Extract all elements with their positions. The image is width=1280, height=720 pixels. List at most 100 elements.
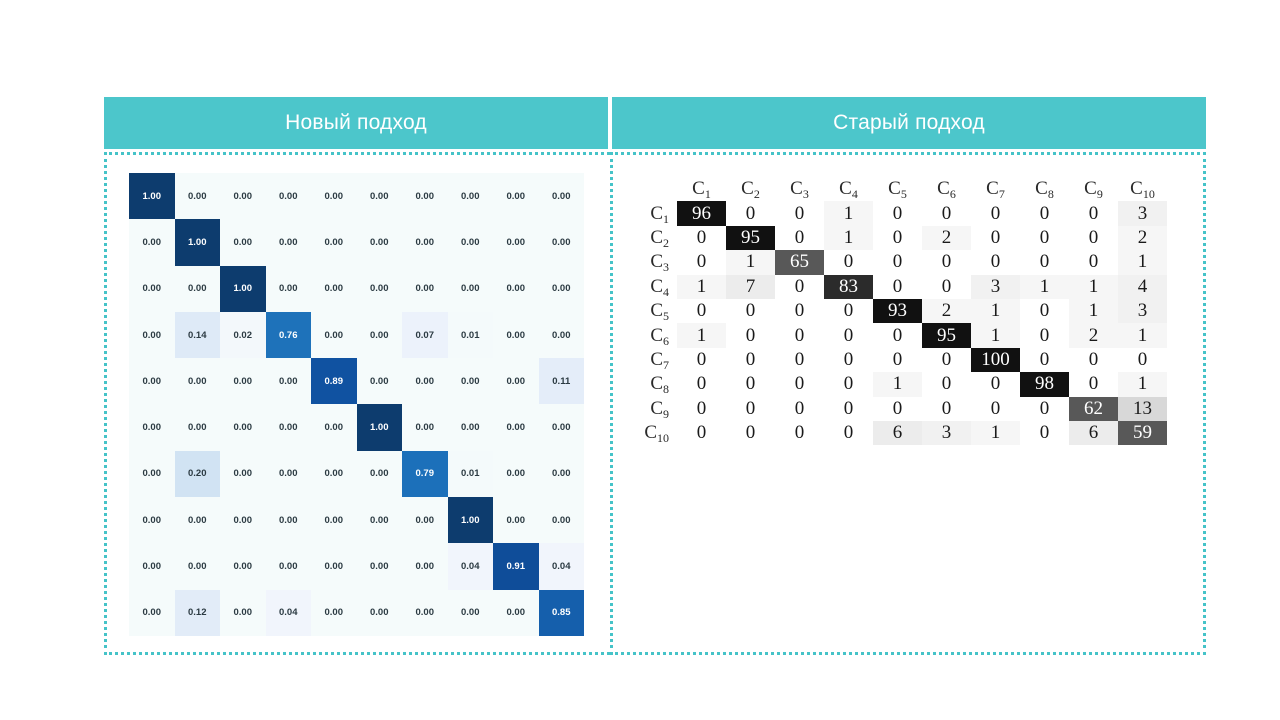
gray-table-cell: 3 [1118, 298, 1167, 324]
gray-table-row-header: C10 [644, 422, 669, 446]
gray-table-cell: 0 [892, 202, 903, 224]
gray-table-row-header: C5 [650, 300, 669, 324]
heatmap-cell: 0.91 [493, 543, 539, 590]
gray-table-header-row: C1 C2 C3 C4 C5 C6 C7 C8 C9 C10 [631, 177, 1167, 201]
gray-table-row: C8 0 0 0 0 1 0 0 98 0 1 [631, 372, 1167, 397]
heatmap-cell: 0.00 [220, 497, 266, 544]
heatmap-cell: 0.00 [265, 265, 311, 312]
heatmap-cell: 0.00 [402, 589, 448, 636]
gray-table-cell: 0 [892, 275, 903, 297]
heatmap-cell: 0.00 [311, 265, 357, 312]
heatmap-table: 1.00 0.00 0.00 0.00 0.00 0.00 0.00 0.00 0.00 0.00… [129, 173, 584, 636]
heatmap-cell: 0.00 [493, 450, 539, 498]
gray-table-cell: 4 [1118, 274, 1167, 299]
gray-table-cell: 0 [1039, 251, 1050, 273]
heatmap-cell: 0.00 [402, 219, 448, 266]
gray-table-corner [631, 177, 677, 201]
gray-table-cell: 0 [990, 226, 1001, 248]
heatmap-cell: 0.20 [174, 450, 220, 498]
heatmap-cell: 1.00 [129, 173, 175, 220]
heatmap-cell: 0.00 [129, 450, 175, 498]
gray-table-cell: 0 [892, 397, 903, 419]
heatmap-row: 0.00 0.00 1.00 0.00 0.00 0.00 0.00 0.00 0.00 0.00 [129, 265, 584, 312]
gray-table-row-header: C8 [650, 373, 669, 397]
gray-table-cell: 0 [892, 226, 903, 248]
gray-table-cell: 0 [1039, 226, 1050, 248]
gray-table-col-header: C2 [741, 178, 760, 202]
heatmap-cell: 0.00 [265, 219, 311, 266]
heatmap-cell: 0.00 [356, 497, 402, 544]
gray-table-cell: 0 [745, 397, 756, 419]
gray-table-cell: 1 [971, 298, 1020, 324]
gray-table-cell: 0 [1039, 422, 1050, 444]
heatmap-cell: 0.00 [220, 173, 266, 220]
gray-table-row: C2 0 95 0 1 0 2 0 0 0 2 [631, 225, 1167, 251]
gray-table-col-header: C9 [1084, 178, 1103, 202]
gray-table-cell: 0 [843, 373, 854, 395]
gray-table-cell: 1 [1069, 298, 1118, 324]
heatmap-cell: 0.00 [129, 589, 175, 636]
heatmap-cell: 0.00 [311, 311, 357, 359]
panel-title-right: Старый подход [833, 111, 985, 134]
gray-table-cell: 1 [1069, 274, 1118, 299]
heatmap-cell: 0.04 [447, 543, 493, 590]
gray-table-cell: 0 [843, 397, 854, 419]
gray-table-cell: 96 [677, 201, 726, 226]
gray-table-cell: 1 [971, 323, 1020, 348]
panel-body-left: 1.00 0.00 0.00 0.00 0.00 0.00 0.00 0.00 0.00 0.00… [104, 152, 610, 655]
gray-table-cell: 0 [843, 251, 854, 273]
gray-table-row-header: C6 [650, 324, 669, 348]
gray-table-cell: 100 [971, 347, 1020, 373]
heatmap-cell: 0.00 [356, 543, 402, 590]
gray-table-cell: 93 [873, 298, 922, 324]
confusion-matrix-table: C1 C2 C3 C4 C5 C6 C7 C8 C9 C10 C1 96 0 0 1 0 0 0 0 0 3 C2 0 95… [631, 177, 1167, 446]
heatmap-cell: 0.00 [129, 311, 175, 359]
gray-table-cell: 1 [824, 201, 873, 226]
gray-table-row-header: C9 [650, 397, 669, 421]
heatmap-cell: 0.00 [402, 404, 448, 451]
heatmap-cell: 0.00 [538, 265, 584, 312]
gray-table-cell: 0 [1039, 348, 1050, 370]
heatmap-cell: 0.00 [265, 450, 311, 498]
heatmap-row: 0.00 0.00 0.00 0.00 0.00 0.00 0.00 0.04 0.91 0.04 [129, 543, 584, 590]
gray-table-cell: 0 [1088, 202, 1099, 224]
gray-table-cell: 1 [726, 250, 775, 275]
gray-table-cell: 1 [824, 225, 873, 251]
heatmap-cell: 0.00 [447, 265, 493, 312]
heatmap-cell: 0.00 [356, 450, 402, 498]
gray-table-cell: 0 [1039, 397, 1050, 419]
heatmap-row: 0.00 0.00 0.00 0.00 0.89 0.00 0.00 0.00 0.00 0.11 [129, 358, 584, 405]
gray-table-cell: 0 [696, 397, 707, 419]
gray-table-cell: 1 [1118, 372, 1167, 397]
gray-table-cell: 3 [1118, 201, 1167, 226]
gray-table-col-header: C3 [790, 178, 809, 202]
heatmap-cell: 0.00 [493, 265, 539, 312]
gray-table-cell: 0 [1039, 300, 1050, 322]
gray-table-cell: 0 [745, 422, 756, 444]
gray-table-cell: 0 [1039, 202, 1050, 224]
gray-table-cell: 0 [696, 226, 707, 248]
heatmap-cell: 0.12 [174, 589, 220, 636]
gray-table-row: C7 0 0 0 0 0 0 100 0 0 0 [631, 347, 1167, 373]
gray-table-cell: 0 [794, 422, 805, 444]
heatmap-cell: 0.04 [538, 543, 584, 590]
heatmap-cell: 0.00 [538, 497, 584, 544]
heatmap-cell: 0.00 [265, 497, 311, 544]
heatmap-cell: 0.00 [265, 543, 311, 590]
gray-table-col-header: C10 [1130, 178, 1155, 202]
gray-table-cell: 0 [941, 251, 952, 273]
gray-table-cell: 0 [794, 300, 805, 322]
gray-table-cell: 0 [990, 202, 1001, 224]
heatmap-row: 0.00 0.00 0.00 0.00 0.00 1.00 0.00 0.00 0.00 0.00 [129, 404, 584, 451]
heatmap-cell: 0.00 [402, 265, 448, 312]
gray-table-cell: 0 [1088, 348, 1099, 370]
gray-table-col-header: C8 [1035, 178, 1054, 202]
heatmap-cell: 1.00 [356, 404, 402, 451]
heatmap-cell: 0.00 [447, 589, 493, 636]
heatmap-cell: 0.00 [174, 404, 220, 451]
heatmap-cell: 0.00 [129, 543, 175, 590]
heatmap-cell: 0.00 [311, 173, 357, 220]
heatmap-cell: 1.00 [220, 265, 266, 312]
gray-table-cell: 0 [745, 373, 756, 395]
heatmap-cell: 0.01 [447, 311, 493, 359]
